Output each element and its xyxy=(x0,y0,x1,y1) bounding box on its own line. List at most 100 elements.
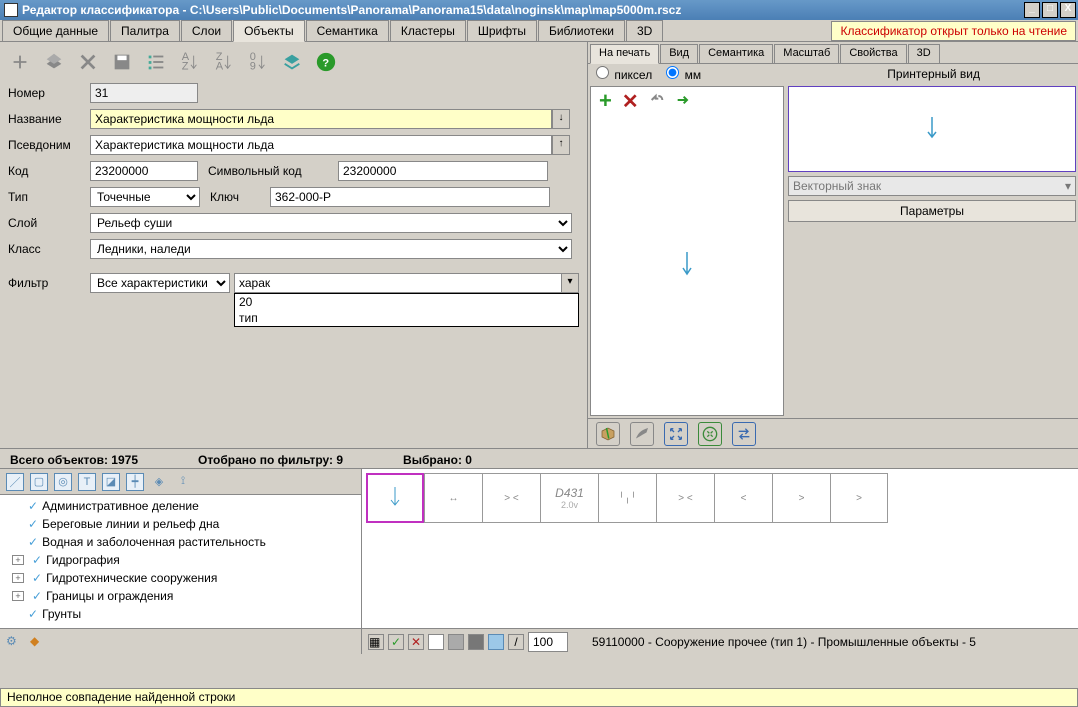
rtab-3d[interactable]: 3D xyxy=(908,44,940,63)
ttool-text-icon[interactable]: T xyxy=(78,473,96,491)
thumb-item[interactable] xyxy=(366,473,424,523)
ruler-icon[interactable]: / xyxy=(508,634,524,650)
collapse-tool-icon[interactable] xyxy=(698,422,722,446)
alias-up-button[interactable]: ↑ xyxy=(552,135,570,155)
unit-pixel-radio[interactable]: пиксел xyxy=(596,66,652,82)
expand-icon[interactable]: + xyxy=(12,591,24,601)
sort-num-icon[interactable]: 09 xyxy=(246,50,270,74)
filter-dropdown-button[interactable]: ▾ xyxy=(561,273,579,293)
thumb-item[interactable]: < xyxy=(714,473,772,523)
tree-diamond-icon[interactable]: ◆ xyxy=(30,634,46,650)
rtab-view[interactable]: Вид xyxy=(660,44,698,63)
tree-item[interactable]: ✓Грунты xyxy=(4,605,357,623)
thumbs-body[interactable]: ↔ > < D4312.0v ╵╷╵ > < < > > xyxy=(362,469,1078,628)
filter-mode-select[interactable]: Все характеристики xyxy=(90,273,230,293)
sort-asc-icon[interactable]: AZ xyxy=(178,50,202,74)
unit-mm-radio[interactable]: мм xyxy=(666,66,701,82)
rtab-props[interactable]: Свойства xyxy=(840,44,906,63)
thumb-item[interactable]: > < xyxy=(482,473,540,523)
list-icon[interactable] xyxy=(144,50,168,74)
tree-body[interactable]: ✓Административное деление ✓Береговые лин… xyxy=(0,495,361,628)
expand-tool-icon[interactable] xyxy=(664,422,688,446)
thumb-item[interactable]: D4312.0v xyxy=(540,473,598,523)
tree-item[interactable]: ✓Водная и заболоченная растительность xyxy=(4,533,357,551)
rtab-semantics[interactable]: Семантика xyxy=(699,44,773,63)
ttool-rect-icon[interactable]: ▢ xyxy=(30,473,48,491)
canvas-add-icon[interactable]: + xyxy=(599,88,612,114)
tree-item[interactable]: ✓Береговые линии и рельеф дна xyxy=(4,515,357,533)
delete-icon[interactable] xyxy=(76,50,100,74)
cancel-icon[interactable]: ✕ xyxy=(408,634,424,650)
thumb-item[interactable]: ↔ xyxy=(424,473,482,523)
filter-option-2[interactable]: тип xyxy=(235,310,578,326)
tab-palette[interactable]: Палитра xyxy=(110,20,180,41)
color-gray[interactable] xyxy=(448,634,464,650)
code-field[interactable] xyxy=(90,161,198,181)
layers-icon[interactable] xyxy=(280,50,304,74)
thumb-item[interactable]: ╵╷╵ xyxy=(598,473,656,523)
thumb-item[interactable]: > < xyxy=(656,473,714,523)
parameters-button[interactable]: Параметры xyxy=(788,200,1076,222)
name-down-button[interactable]: ↓ xyxy=(552,109,570,129)
rtab-scale[interactable]: Масштаб xyxy=(774,44,839,63)
key-field[interactable] xyxy=(270,187,550,207)
expand-icon[interactable]: + xyxy=(12,555,24,565)
help-icon[interactable]: ? xyxy=(314,50,338,74)
tab-layers[interactable]: Слои xyxy=(181,20,232,41)
tab-fonts[interactable]: Шрифты xyxy=(467,20,537,41)
ttool-point-icon[interactable]: ◎ xyxy=(54,473,72,491)
tab-libraries[interactable]: Библиотеки xyxy=(538,20,625,41)
ttool-layers-icon[interactable]: ◈ xyxy=(150,473,168,491)
ttool-poly-icon[interactable]: ◪ xyxy=(102,473,120,491)
color-blue[interactable] xyxy=(488,634,504,650)
tree-item[interactable]: +✓Гидрография xyxy=(4,551,357,569)
grid-icon[interactable]: ▦ xyxy=(368,634,384,650)
add-icon[interactable] xyxy=(8,50,32,74)
tab-clusters[interactable]: Кластеры xyxy=(390,20,466,41)
canvas-delete-icon[interactable]: ✕ xyxy=(622,89,639,114)
alias-field[interactable] xyxy=(90,135,552,155)
name-field[interactable] xyxy=(90,109,552,129)
canvas-undo-icon[interactable] xyxy=(649,92,665,111)
expand-icon[interactable]: + xyxy=(12,573,24,583)
tab-3d[interactable]: 3D xyxy=(626,20,663,41)
tab-general[interactable]: Общие данные xyxy=(2,20,109,41)
tree-panel: ／ ▢ ◎ T ◪ ┿ ◈ ⟟ ✓Административное делени… xyxy=(0,469,362,654)
checklist-icon[interactable]: ✓ xyxy=(388,634,404,650)
tree-item[interactable]: ✓Административное деление xyxy=(4,497,357,515)
alias-label: Псевдоним xyxy=(8,138,90,152)
rtab-print[interactable]: На печать xyxy=(590,44,659,64)
swap-tool-icon[interactable] xyxy=(732,422,756,446)
symcode-field[interactable] xyxy=(338,161,548,181)
type-select[interactable]: Точечные xyxy=(90,187,200,207)
color-dark[interactable] xyxy=(468,634,484,650)
tree-settings-icon[interactable]: ⚙ xyxy=(6,634,22,650)
zoom-input[interactable] xyxy=(528,632,568,652)
vector-sign-select[interactable]: Векторный знак ▾ xyxy=(788,176,1076,196)
maximize-button[interactable]: □ xyxy=(1042,2,1058,18)
filter-text-input[interactable] xyxy=(234,273,579,293)
box-tool-icon[interactable] xyxy=(596,422,620,446)
save-icon[interactable] xyxy=(110,50,134,74)
ttool-split-icon[interactable]: ┿ xyxy=(126,473,144,491)
tab-semantics[interactable]: Семантика xyxy=(306,20,389,41)
filter-option-1[interactable]: 20 xyxy=(235,294,578,310)
tree-item[interactable]: +✓Гидротехнические сооружения xyxy=(4,569,357,587)
thumb-item[interactable]: > xyxy=(830,473,888,523)
minimize-button[interactable]: _ xyxy=(1024,2,1040,18)
copy-icon[interactable] xyxy=(42,50,66,74)
ttool-pin-icon[interactable]: ⟟ xyxy=(174,473,192,491)
layer-select[interactable]: Рельеф суши xyxy=(90,213,572,233)
tree-item[interactable]: +✓Границы и ограждения xyxy=(4,587,357,605)
sort-desc-icon[interactable]: ZA xyxy=(212,50,236,74)
canvas-body[interactable] xyxy=(591,115,783,415)
class-select[interactable]: Ледники, наледи xyxy=(90,239,572,259)
tab-objects[interactable]: Объекты xyxy=(233,20,305,42)
number-field[interactable] xyxy=(90,83,198,103)
close-button[interactable]: X xyxy=(1060,2,1076,18)
brush-tool-icon[interactable] xyxy=(630,422,654,446)
ttool-line-icon[interactable]: ／ xyxy=(6,473,24,491)
thumb-item[interactable]: > xyxy=(772,473,830,523)
canvas-redo-icon[interactable] xyxy=(675,92,691,111)
color-white[interactable] xyxy=(428,634,444,650)
